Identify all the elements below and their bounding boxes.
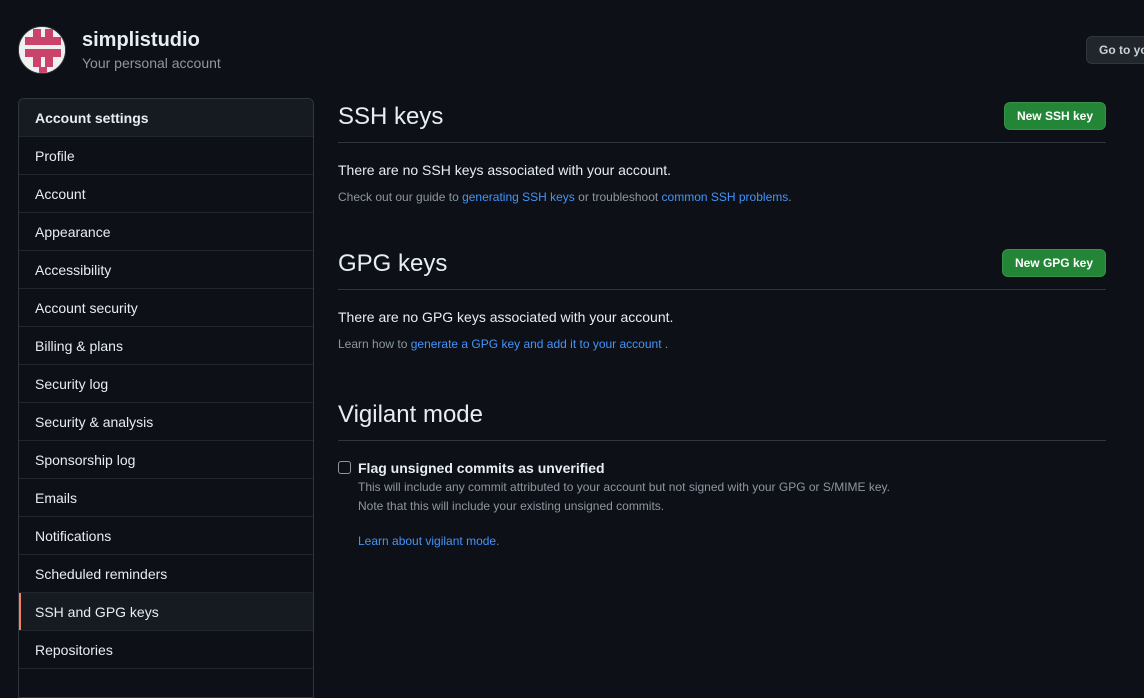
ssh-note-prefix: Check out our guide to [338, 190, 463, 204]
account-subtitle: Your personal account [82, 55, 221, 71]
main-content: SSH keys New SSH key There are no SSH ke… [338, 98, 1106, 549]
sidebar-item-profile[interactable]: Profile [19, 137, 313, 175]
generating-ssh-keys-link[interactable]: generating SSH keys [462, 190, 575, 204]
sidebar-item-notifications[interactable]: Notifications [19, 517, 313, 555]
vigilant-mode-option: Flag unsigned commits as unverified This… [338, 459, 1106, 549]
ssh-note-middle: or troubleshoot [574, 190, 662, 204]
sidebar-item-billing-plans[interactable]: Billing & plans [19, 327, 313, 365]
common-ssh-problems-link[interactable]: common SSH problems [662, 190, 789, 204]
account-name[interactable]: simplistudio [82, 27, 221, 53]
account-header: simplistudio Your personal account [18, 26, 221, 74]
new-ssh-key-button[interactable]: New SSH key [1003, 102, 1106, 130]
sidebar-heading: Account settings [19, 99, 313, 137]
flag-unsigned-commits-checkbox[interactable] [338, 461, 351, 474]
sidebar-item-repositories[interactable]: Repositories [19, 631, 313, 669]
vigilant-mode-title: Vigilant mode [338, 401, 483, 428]
vigilant-mode-section: Vigilant mode Flag unsigned commits as u… [338, 396, 1106, 549]
gpg-keys-title: GPG keys [338, 250, 448, 277]
learn-vigilant-mode-link[interactable]: Learn about vigilant mode. [358, 534, 499, 548]
sidebar-item-emails[interactable]: Emails [19, 479, 313, 517]
ssh-guide-note: Check out our guide to generating SSH ke… [338, 189, 1106, 205]
gpg-keys-section: GPG keys New GPG key There are no GPG ke… [338, 245, 1106, 352]
avatar[interactable] [18, 26, 66, 74]
ssh-empty-message: There are no SSH keys associated with yo… [338, 162, 672, 178]
gpg-empty-message: There are no GPG keys associated with yo… [338, 309, 674, 325]
sidebar-item-account[interactable]: Account [19, 175, 313, 213]
go-to-profile-button[interactable]: Go to your personal profile [1086, 36, 1144, 64]
sidebar-item-security-analysis[interactable]: Security & analysis [19, 403, 313, 441]
vigilant-mode-header: Vigilant mode [338, 396, 1106, 441]
new-gpg-key-button[interactable]: New GPG key [1001, 249, 1106, 277]
sidebar-item-account-security[interactable]: Account security [19, 289, 313, 327]
generate-gpg-key-link[interactable]: generate a GPG key and add it to your ac… [411, 337, 662, 351]
ssh-keys-header: SSH keys New SSH key [338, 98, 1106, 143]
vigilant-description-line1: This will include any commit attributed … [358, 480, 891, 494]
sidebar-item-security-log[interactable]: Security log [19, 365, 313, 403]
flag-unsigned-commits-label[interactable]: Flag unsigned commits as unverified [358, 459, 1106, 477]
vigilant-description-line2: Note that this will include your existin… [358, 499, 665, 513]
settings-sidebar: Account settings Profile Account Appeara… [18, 98, 314, 698]
gpg-keys-header: GPG keys New GPG key [338, 245, 1106, 290]
sidebar-item-scheduled-reminders[interactable]: Scheduled reminders [19, 555, 313, 593]
sidebar-item-accessibility[interactable]: Accessibility [19, 251, 313, 289]
ssh-keys-title: SSH keys [338, 103, 444, 130]
sidebar-item-appearance[interactable]: Appearance [19, 213, 313, 251]
gpg-note-suffix: . [661, 337, 669, 351]
ssh-keys-section: SSH keys New SSH key There are no SSH ke… [338, 98, 1106, 205]
gpg-guide-note: Learn how to generate a GPG key and add … [338, 336, 1106, 352]
sidebar-item-sponsorship-log[interactable]: Sponsorship log [19, 441, 313, 479]
ssh-note-suffix: . [788, 190, 792, 204]
gpg-note-prefix: Learn how to [338, 337, 411, 351]
identicon-avatar-icon [19, 27, 65, 73]
sidebar-item-ssh-gpg-keys[interactable]: SSH and GPG keys [19, 593, 313, 631]
